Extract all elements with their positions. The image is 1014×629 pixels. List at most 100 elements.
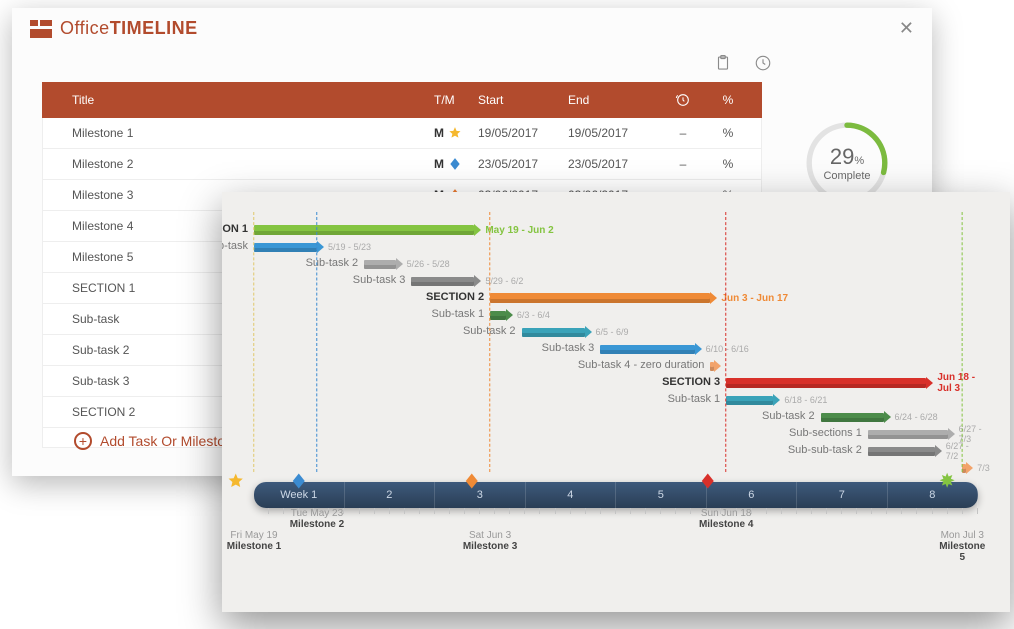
subtask-label: Sub-task 4 - zero duration <box>578 358 711 372</box>
aux-icons <box>714 54 772 77</box>
milestone-date: Sun Jun 18 <box>699 508 753 519</box>
subtask-label: Sub-task <box>222 239 254 253</box>
cell-start: 23/05/2017 <box>478 157 568 171</box>
milestone-name: Milestone 4 <box>699 519 753 530</box>
subtask-row: Sub-sections 16/27 - 7/3 <box>254 426 978 443</box>
section-label: SECTION 2 <box>426 290 490 304</box>
cell-days: – <box>658 126 708 140</box>
section-label: SECTION 3 <box>662 375 726 389</box>
subtask-label: Sub-sections 1 <box>789 426 868 440</box>
section-row: SECTION 1May 19 - Jun 2 <box>254 222 978 239</box>
section-row: SECTION 3Jun 18 - Jul 3 <box>254 375 978 392</box>
axis-cell: 4 <box>526 482 617 508</box>
brand-suffix: TIMELINE <box>110 18 198 38</box>
progress-unit: % <box>854 155 864 167</box>
subtask-dates: 5/26 - 5/28 <box>407 259 450 269</box>
cell-end: 23/05/2017 <box>568 157 658 171</box>
subtask-dates: 5/19 - 5/23 <box>328 242 371 252</box>
milestone-date: Mon Jul 3 <box>938 530 986 541</box>
hdr-tm[interactable]: T/M <box>434 93 478 107</box>
cell-start: 19/05/2017 <box>478 126 568 140</box>
hdr-start[interactable]: Start <box>478 93 568 107</box>
brand-icon <box>30 20 52 38</box>
subtask-row: Sub-task 2 6/5 - 6/9 <box>254 324 978 341</box>
milestone-marker[interactable]: Sun Jun 18Milestone 4 <box>699 472 753 530</box>
milestone-date: Tue May 23 <box>290 508 344 519</box>
subtask-dates: 6/24 - 6/28 <box>895 412 938 422</box>
gantt-area: SECTION 1May 19 - Jun 2Sub-task5/19 - 5/… <box>254 222 978 468</box>
subtask-row: Sub-task 2 6/24 - 6/28 <box>254 409 978 426</box>
section-label: SECTION 1 <box>222 222 254 236</box>
add-task-button[interactable]: + Add Task Or Milestone <box>74 432 241 450</box>
subtask-row: Sub-task 1 6/3 - 6/4 <box>254 307 978 324</box>
subtask-label: Sub-task 1 <box>431 307 490 321</box>
cell-title: Milestone 1 <box>72 126 434 140</box>
hdr-pct[interactable]: % <box>708 93 748 107</box>
cell-title: Milestone 2 <box>72 157 434 171</box>
table-row[interactable]: Milestone 1M19/05/201719/05/2017–% <box>42 118 762 149</box>
milestone-name: Milestone 3 <box>463 541 517 552</box>
brand: OfficeTIMELINE <box>30 18 198 39</box>
add-task-label: Add Task Or Milestone <box>100 433 241 449</box>
subtask-label: Sub-task 3 <box>353 273 412 287</box>
subtask-label: Sub-task 2 <box>762 409 821 423</box>
section-caption: Jun 3 - Jun 17 <box>721 293 788 304</box>
hdr-duration[interactable] <box>658 92 708 108</box>
axis-cell: 2 <box>345 482 436 508</box>
subtask-row: Sub-task 1 6/18 - 6/21 <box>254 392 978 409</box>
cell-tm: M <box>434 157 478 171</box>
subtask-label: Sub-task 3 <box>542 341 601 355</box>
close-icon[interactable]: ✕ <box>899 18 914 39</box>
subtask-row: Sub-task5/19 - 5/23 <box>254 239 978 256</box>
subtask-dates: 6/3 - 6/4 <box>517 310 550 320</box>
subtask-dates: 5/29 - 6/2 <box>485 276 523 286</box>
hdr-end[interactable]: End <box>568 93 658 107</box>
cell-pct: % <box>708 126 748 140</box>
cell-end: 19/05/2017 <box>568 126 658 140</box>
history-icon[interactable] <box>754 54 772 77</box>
milestone-date: Sat Jun 3 <box>463 530 517 541</box>
milestone-name: Milestone 2 <box>290 519 344 530</box>
timeline-preview: SECTION 1May 19 - Jun 2Sub-task5/19 - 5/… <box>222 192 1010 612</box>
section-caption: Jun 18 - Jul 3 <box>937 372 991 394</box>
axis-ticks <box>254 508 978 516</box>
milestone-marker[interactable]: Sat Jun 3Milestone 3 <box>463 472 517 552</box>
milestone-name: Milestone 1 <box>227 541 281 552</box>
subtask-label: Sub-task 2 <box>463 324 522 338</box>
plus-icon: + <box>74 432 92 450</box>
cell-pct: % <box>708 157 748 171</box>
subtask-dates: 6/10 - 6/16 <box>706 344 749 354</box>
milestone-date: Fri May 19 <box>227 530 281 541</box>
progress-caption: Complete <box>823 170 870 182</box>
subtask-label: Sub-task 1 <box>668 392 727 406</box>
subtask-label: Sub-task 2 <box>306 256 365 270</box>
cell-tm: M <box>434 126 478 140</box>
subtask-dates: 6/18 - 6/21 <box>784 395 827 405</box>
clipboard-icon[interactable] <box>714 54 732 77</box>
week-axis: Week 12345678 <box>254 482 978 508</box>
subtask-row: Sub-task 2 5/26 - 5/28 <box>254 256 978 273</box>
table-row[interactable]: Milestone 2M23/05/201723/05/2017–% <box>42 149 762 180</box>
title-bar: OfficeTIMELINE ✕ <box>12 8 932 43</box>
section-row: SECTION 2 Jun 3 - Jun 17 <box>254 290 978 307</box>
subtask-row: Sub-task 4 - zero duration <box>254 358 978 375</box>
brand-text: OfficeTIMELINE <box>60 18 198 39</box>
subtask-row: Sub-sub-task 26/27 - 7/2 <box>254 443 978 460</box>
hdr-title[interactable]: Title <box>72 93 434 107</box>
subtask-row: Sub-task 3 5/29 - 6/2 <box>254 273 978 290</box>
subtask-label: Sub-sub-task 2 <box>788 443 868 457</box>
progress-value: 29 <box>830 144 854 169</box>
milestone-marker[interactable]: Tue May 23Milestone 2 <box>290 472 344 530</box>
brand-prefix: Office <box>60 18 110 38</box>
axis-cell: 5 <box>616 482 707 508</box>
subtask-row: 7/3 <box>254 460 978 477</box>
axis-cell: 7 <box>797 482 888 508</box>
milestone-marker[interactable]: Mon Jul 3Milestone 5 <box>938 472 986 563</box>
table-header: Title T/M Start End % <box>42 82 762 118</box>
subtask-dates: 6/5 - 6/9 <box>596 327 629 337</box>
milestone-name: Milestone 5 <box>938 541 986 563</box>
section-caption: May 19 - Jun 2 <box>485 225 553 236</box>
subtask-row: Sub-task 3 6/10 - 6/16 <box>254 341 978 358</box>
cell-days: – <box>658 157 708 171</box>
milestone-marker[interactable]: Fri May 19Milestone 1 <box>227 472 281 552</box>
